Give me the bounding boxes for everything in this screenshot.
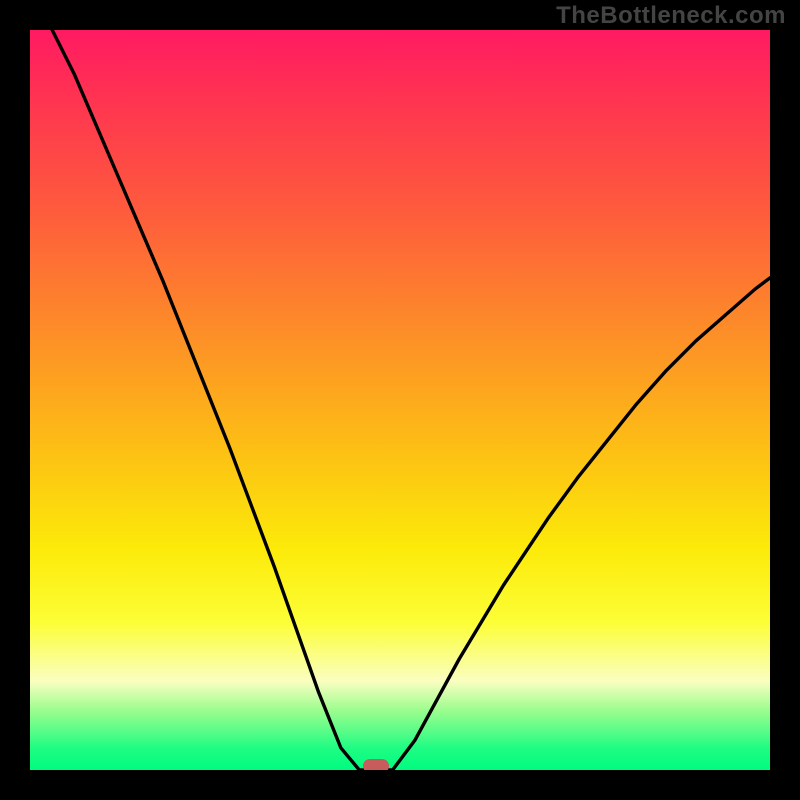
watermark-text: TheBottleneck.com [556, 2, 786, 30]
plot-area [30, 30, 770, 770]
chart-outer-frame: TheBottleneck.com [0, 0, 800, 800]
minimum-marker [363, 759, 389, 770]
bottleneck-curve [52, 30, 770, 770]
curve-svg [30, 30, 770, 770]
